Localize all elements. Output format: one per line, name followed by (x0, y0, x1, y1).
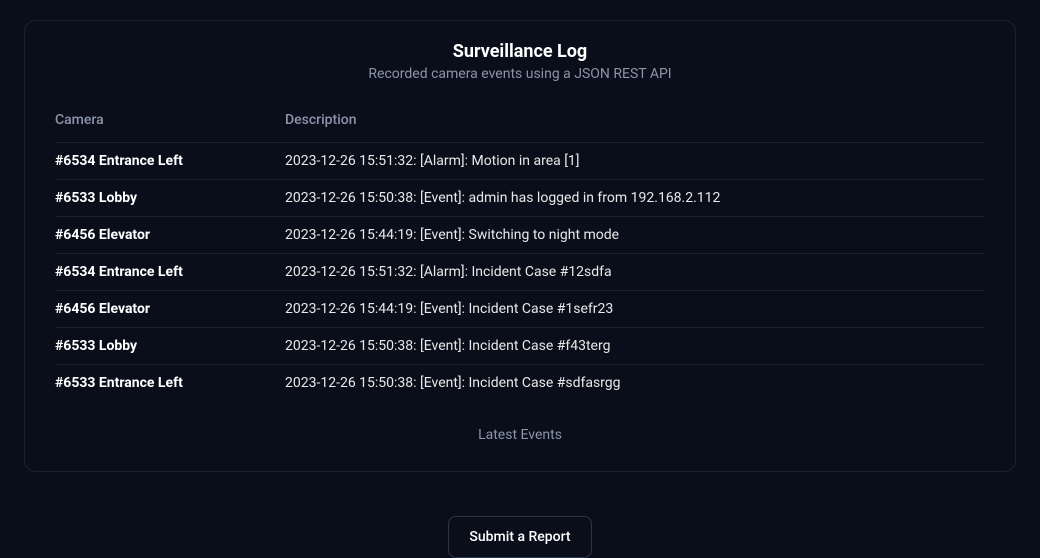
table-cell-camera: #6533 Entrance Left (55, 365, 285, 402)
table-cell-description: 2023-12-26 15:44:19: [Event]: Incident C… (285, 291, 985, 328)
table-header-camera: Camera (55, 112, 285, 143)
table-cell-camera: #6533 Lobby (55, 180, 285, 217)
table-row: #6534 Entrance Left2023-12-26 15:51:32: … (55, 143, 985, 180)
submit-report-button[interactable]: Submit a Report (448, 516, 591, 558)
table-cell-camera: #6534 Entrance Left (55, 143, 285, 180)
table-cell-camera: #6456 Elevator (55, 217, 285, 254)
button-container: Submit a Report (24, 516, 1016, 558)
table-header-description: Description (285, 112, 985, 143)
table-cell-camera: #6534 Entrance Left (55, 254, 285, 291)
table-caption: Latest Events (55, 427, 985, 443)
table-row: #6533 Entrance Left2023-12-26 15:50:38: … (55, 365, 985, 402)
table-cell-description: 2023-12-26 15:50:38: [Event]: admin has … (285, 180, 985, 217)
card-title: Surveillance Log (55, 41, 985, 62)
surveillance-log-card: Surveillance Log Recorded camera events … (24, 20, 1016, 472)
table-row: #6534 Entrance Left2023-12-26 15:51:32: … (55, 254, 985, 291)
events-table: Camera Description #6534 Entrance Left20… (55, 112, 985, 401)
table-cell-camera: #6456 Elevator (55, 291, 285, 328)
table-row: #6456 Elevator2023-12-26 15:44:19: [Even… (55, 291, 985, 328)
table-cell-description: 2023-12-26 15:44:19: [Event]: Switching … (285, 217, 985, 254)
table-cell-camera: #6533 Lobby (55, 328, 285, 365)
table-cell-description: 2023-12-26 15:51:32: [Alarm]: Motion in … (285, 143, 985, 180)
table-cell-description: 2023-12-26 15:50:38: [Event]: Incident C… (285, 365, 985, 402)
table-row: #6456 Elevator2023-12-26 15:44:19: [Even… (55, 217, 985, 254)
table-cell-description: 2023-12-26 15:50:38: [Event]: Incident C… (285, 328, 985, 365)
table-row: #6533 Lobby2023-12-26 15:50:38: [Event]:… (55, 180, 985, 217)
table-row: #6533 Lobby2023-12-26 15:50:38: [Event]:… (55, 328, 985, 365)
table-cell-description: 2023-12-26 15:51:32: [Alarm]: Incident C… (285, 254, 985, 291)
card-subtitle: Recorded camera events using a JSON REST… (55, 66, 985, 82)
